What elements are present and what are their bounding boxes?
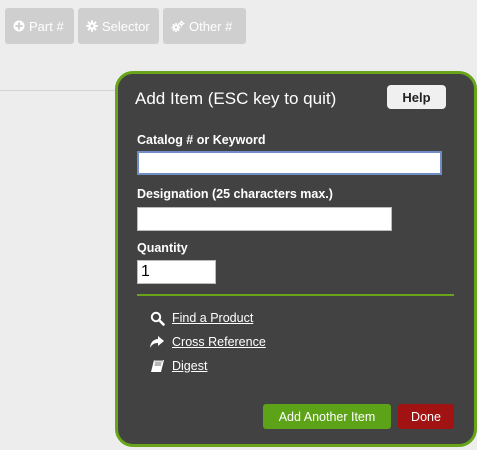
part-number-label: Part # (29, 18, 64, 34)
selector-button[interactable]: Selector (78, 8, 159, 44)
quantity-input[interactable] (137, 260, 216, 284)
part-number-button[interactable]: Part # (5, 8, 74, 44)
quantity-label: Quantity (137, 241, 188, 255)
gear-icon (86, 20, 98, 32)
find-product-label: Find a Product (172, 311, 254, 325)
top-toolbar: Part # Selector Other # (5, 8, 246, 44)
catalog-label: Catalog # or Keyword (137, 133, 266, 147)
search-icon (148, 310, 166, 326)
help-button[interactable]: Help (387, 85, 446, 109)
section-divider (137, 294, 454, 296)
cross-reference-label: Cross Reference (172, 335, 266, 349)
done-button[interactable]: Done (398, 404, 454, 429)
dialog-title: Add Item (ESC key to quit) (135, 89, 337, 108)
digest-label: Digest (172, 359, 208, 373)
other-number-button[interactable]: Other # (163, 8, 246, 44)
cross-reference-link[interactable]: Cross Reference (148, 334, 266, 350)
page-divider (0, 90, 118, 91)
find-product-link[interactable]: Find a Product (148, 310, 253, 326)
book-icon (148, 358, 166, 374)
designation-input[interactable] (137, 207, 392, 231)
selector-label: Selector (102, 18, 150, 34)
gears-icon (171, 20, 185, 33)
catalog-input[interactable] (137, 151, 442, 175)
designation-label: Designation (25 characters max.) (137, 187, 333, 201)
other-number-label: Other # (189, 18, 233, 34)
add-item-dialog: Add Item (ESC key to quit) Help Catalog … (115, 71, 477, 447)
share-arrow-icon (148, 334, 166, 350)
add-another-item-button[interactable]: Add Another Item (263, 404, 391, 429)
plus-circle-icon (13, 20, 25, 32)
digest-link[interactable]: Digest (148, 358, 207, 374)
